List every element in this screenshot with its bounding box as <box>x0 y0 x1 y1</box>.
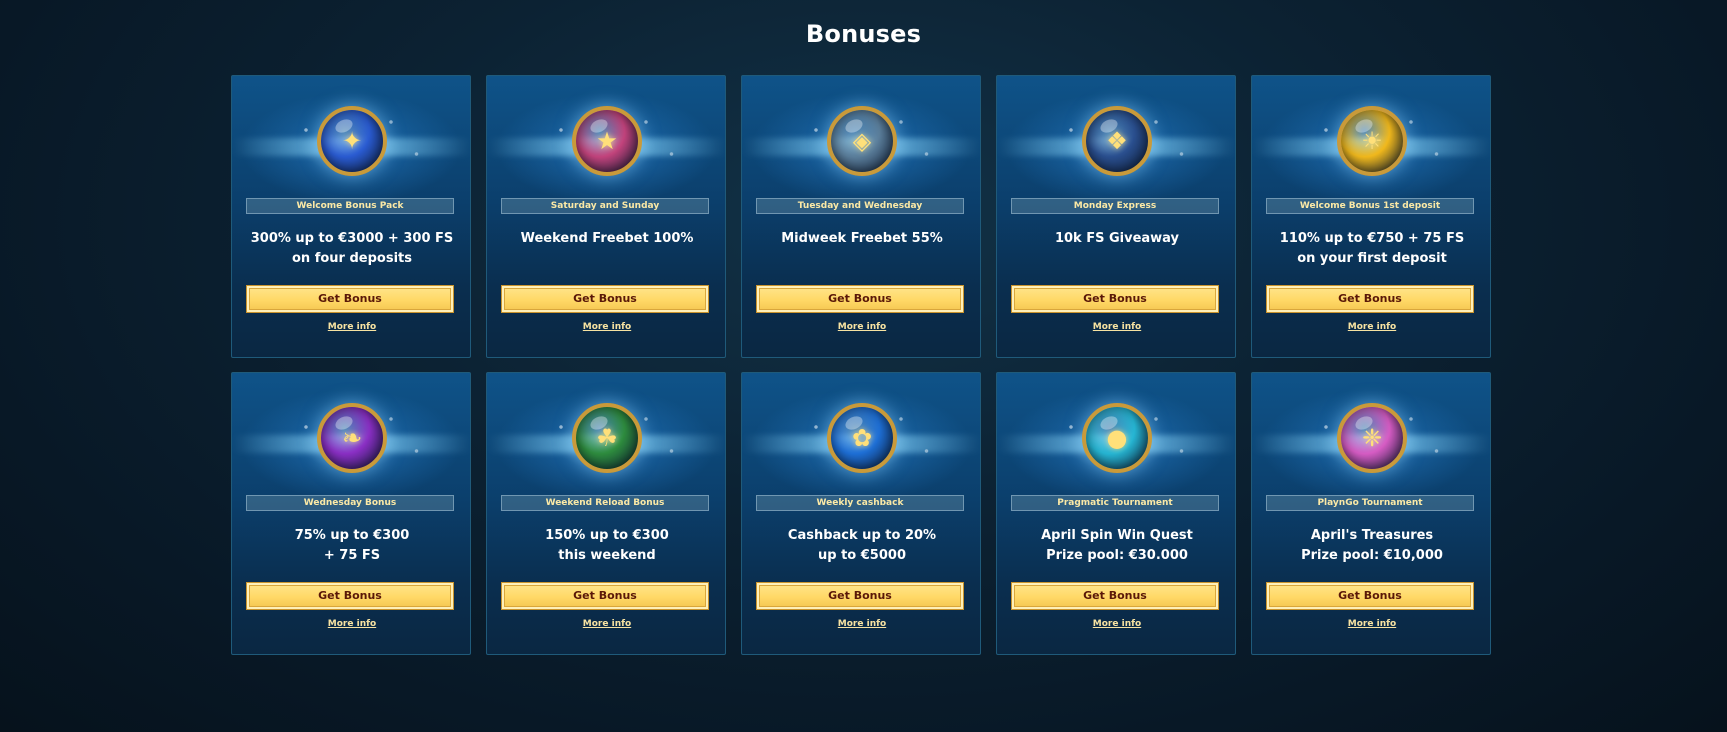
purple-green-orb-icon: ❧ <box>317 403 387 473</box>
get-bonus-button[interactable]: Get Bonus <box>501 285 709 313</box>
more-info: More info <box>1252 617 1490 631</box>
more-info-link[interactable]: More info <box>1093 619 1141 629</box>
bonus-tag: Monday Express <box>1011 198 1219 214</box>
trophy-orb-glyph-icon: ★ <box>596 127 618 155</box>
bonus-headline: 110% up to €750 + 75 FS on your first de… <box>1258 229 1486 269</box>
bonus-card: ❧ Wednesday Bonus 75% up to €300 + 75 FS… <box>231 372 471 655</box>
more-info: More info <box>487 617 725 631</box>
eagle-shield-icon: ❖ <box>1082 106 1152 176</box>
bonus-card: ✿ Weekly cashback Cashback up to 20% up … <box>741 372 981 655</box>
bonus-headline: 10k FS Giveaway <box>1003 229 1231 249</box>
more-info-link[interactable]: More info <box>1348 322 1396 332</box>
stone-ball-orb-glyph-icon: ◈ <box>852 127 872 155</box>
bonus-tag: Welcome Bonus Pack <box>246 198 454 214</box>
page-title: Bonuses <box>805 20 922 48</box>
bonus-tag: Saturday and Sunday <box>501 198 709 214</box>
bonus-card: ❈ PlaynGo Tournament April's Treasures P… <box>1251 372 1491 655</box>
more-info-link[interactable]: More info <box>838 619 886 629</box>
blue-gold-orb-glyph-icon: ✦ <box>341 127 363 155</box>
more-info-link[interactable]: More info <box>1093 322 1141 332</box>
leaf-orb-glyph-icon: ☘ <box>596 424 618 452</box>
bonus-card: ✦ Welcome Bonus Pack 300% up to €3000 + … <box>231 75 471 358</box>
bonus-headline: Cashback up to 20% up to €5000 <box>748 526 976 566</box>
bonus-headline: 75% up to €300 + 75 FS <box>238 526 466 566</box>
bonus-headline-line1: April Spin Win Quest <box>1041 528 1193 543</box>
bonus-headline: 150% up to €300 this weekend <box>493 526 721 566</box>
bonus-headline-line2: up to €5000 <box>818 548 906 563</box>
bonus-headline-line1: 300% up to €3000 + 300 FS <box>250 231 454 246</box>
more-info: More info <box>232 320 470 334</box>
more-info: More info <box>997 320 1235 334</box>
bonus-headline-line1: 75% up to €300 <box>294 528 410 543</box>
bonus-card: ◈ Tuesday and Wednesday Midweek Freebet … <box>741 75 981 358</box>
bonus-card: ❖ Monday Express 10k FS Giveaway Get Bon… <box>996 75 1236 358</box>
bonus-card: ☘ Weekend Reload Bonus 150% up to €300 t… <box>486 372 726 655</box>
pink-gold-orb-icon: ❈ <box>1337 403 1407 473</box>
bonus-headline-line1: Weekend Freebet 100% <box>520 231 694 246</box>
more-info: More info <box>487 320 725 334</box>
bonus-headline-line1: April's Treasures <box>1310 528 1434 543</box>
get-bonus-button[interactable]: Get Bonus <box>1266 285 1474 313</box>
more-info-link[interactable]: More info <box>583 619 631 629</box>
pink-gold-orb-glyph-icon: ❈ <box>1361 424 1383 452</box>
get-bonus-button[interactable]: Get Bonus <box>756 285 964 313</box>
blue-rose-orb-icon: ✿ <box>827 403 897 473</box>
bonus-headline-line1: 110% up to €750 + 75 FS <box>1279 231 1465 246</box>
bonus-tag: Pragmatic Tournament <box>1011 495 1219 511</box>
cyan-orb-glyph-icon: ● <box>1106 424 1128 452</box>
more-info: More info <box>232 617 470 631</box>
bonus-tag: Wednesday Bonus <box>246 495 454 511</box>
stone-ball-orb-icon: ◈ <box>827 106 897 176</box>
eagle-shield-glyph-icon: ❖ <box>1106 127 1128 155</box>
bonus-tag: Welcome Bonus 1st deposit <box>1266 198 1474 214</box>
more-info: More info <box>742 617 980 631</box>
purple-green-orb-glyph-icon: ❧ <box>341 424 363 452</box>
bonus-card: ● Pragmatic Tournament April Spin Win Qu… <box>996 372 1236 655</box>
blue-rose-orb-glyph-icon: ✿ <box>851 424 873 452</box>
more-info-link[interactable]: More info <box>328 322 376 332</box>
more-info-link[interactable]: More info <box>1348 619 1396 629</box>
more-info: More info <box>997 617 1235 631</box>
get-bonus-button[interactable]: Get Bonus <box>756 582 964 610</box>
bonus-headline-line1: Midweek Freebet 55% <box>781 231 943 246</box>
bonus-tag: PlaynGo Tournament <box>1266 495 1474 511</box>
bonus-card: ☀ Welcome Bonus 1st deposit 110% up to €… <box>1251 75 1491 358</box>
get-bonus-button[interactable]: Get Bonus <box>246 582 454 610</box>
more-info: More info <box>742 320 980 334</box>
bonus-card: ★ Saturday and Sunday Weekend Freebet 10… <box>486 75 726 358</box>
get-bonus-button[interactable]: Get Bonus <box>246 285 454 313</box>
sun-orb-glyph-icon: ☀ <box>1361 127 1383 155</box>
more-info-link[interactable]: More info <box>838 322 886 332</box>
sun-orb-icon: ☀ <box>1337 106 1407 176</box>
more-info-link[interactable]: More info <box>328 619 376 629</box>
leaf-orb-icon: ☘ <box>572 403 642 473</box>
bonus-headline-line2: + 75 FS <box>323 548 381 563</box>
get-bonus-button[interactable]: Get Bonus <box>501 582 709 610</box>
bonus-headline: Weekend Freebet 100% <box>493 229 721 249</box>
get-bonus-button[interactable]: Get Bonus <box>1266 582 1474 610</box>
get-bonus-button[interactable]: Get Bonus <box>1011 285 1219 313</box>
bonus-headline-line2: Prize pool: €10,000 <box>1301 548 1443 563</box>
bonus-headline: April Spin Win Quest Prize pool: €30.000 <box>1003 526 1231 566</box>
more-info: More info <box>1252 320 1490 334</box>
bonus-headline: Midweek Freebet 55% <box>748 229 976 249</box>
get-bonus-button[interactable]: Get Bonus <box>1011 582 1219 610</box>
blue-gold-orb-icon: ✦ <box>317 106 387 176</box>
cyan-orb-icon: ● <box>1082 403 1152 473</box>
trophy-orb-icon: ★ <box>572 106 642 176</box>
bonus-headline-line2: on your first deposit <box>1297 251 1447 266</box>
bonus-headline-line2: on four deposits <box>292 251 412 266</box>
bonus-headline-line2: this weekend <box>558 548 656 563</box>
bonus-headline-line1: 150% up to €300 <box>545 528 669 543</box>
bonus-grid: ✦ Welcome Bonus Pack 300% up to €3000 + … <box>231 75 1491 655</box>
more-info-link[interactable]: More info <box>583 322 631 332</box>
bonus-tag: Weekend Reload Bonus <box>501 495 709 511</box>
bonus-tag: Tuesday and Wednesday <box>756 198 964 214</box>
bonus-headline-line2: Prize pool: €30.000 <box>1046 548 1188 563</box>
bonus-tag: Weekly cashback <box>756 495 964 511</box>
bonus-headline-line1: 10k FS Giveaway <box>1054 231 1180 246</box>
bonus-headline: 300% up to €3000 + 300 FS on four deposi… <box>238 229 466 269</box>
bonus-headline-line1: Cashback up to 20% <box>787 528 937 543</box>
bonus-headline: April's Treasures Prize pool: €10,000 <box>1258 526 1486 566</box>
